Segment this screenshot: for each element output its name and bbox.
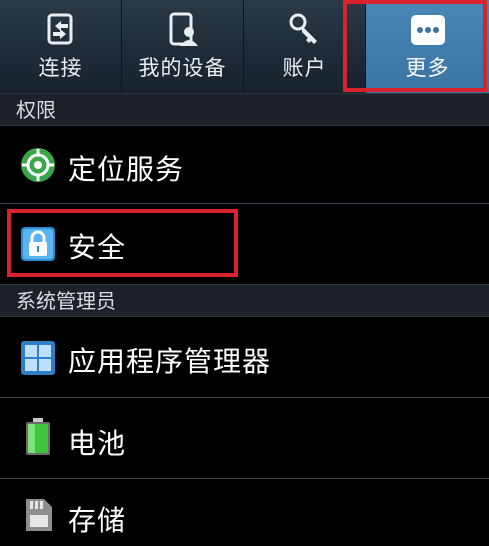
lock-icon (20, 226, 56, 262)
location-services-label: 定位服务 (68, 153, 185, 186)
app-grid-icon (20, 340, 56, 376)
settings-tab-bar: 连接 我的设备 账户 更多 (0, 0, 489, 93)
list-item-application-manager[interactable]: 应用程序管理器 (0, 318, 489, 397)
tab-connections[interactable]: 连接 (0, 0, 122, 93)
tab-accounts-label: 账户 (282, 56, 327, 80)
list-item-security[interactable]: 安全 (0, 204, 489, 284)
accounts-key-icon (285, 12, 325, 48)
security-label: 安全 (68, 231, 127, 264)
tab-more-label: 更多 (405, 56, 450, 80)
list-item-storage[interactable]: 存储 (0, 479, 489, 546)
my-device-icon (163, 12, 203, 48)
tab-accounts[interactable]: 账户 (244, 0, 366, 93)
section-header-device-administrators: 系统管理员 (0, 284, 489, 317)
tab-my-device-label: 我的设备 (138, 56, 227, 80)
location-target-icon (20, 147, 56, 183)
tab-my-device[interactable]: 我的设备 (122, 0, 244, 93)
sd-card-icon (24, 497, 54, 533)
battery-icon (24, 418, 52, 455)
tab-more[interactable]: 更多 (366, 0, 489, 93)
list-item-location-services[interactable]: 定位服务 (0, 126, 489, 203)
tab-connections-label: 连接 (38, 56, 83, 80)
list-item-battery[interactable]: 电池 (0, 398, 489, 478)
battery-label: 电池 (68, 427, 127, 460)
application-manager-label: 应用程序管理器 (68, 345, 272, 378)
section-header-permissions: 权限 (0, 93, 489, 126)
more-dots-icon (408, 12, 448, 48)
storage-label: 存储 (68, 504, 127, 537)
connections-icon (41, 12, 81, 48)
